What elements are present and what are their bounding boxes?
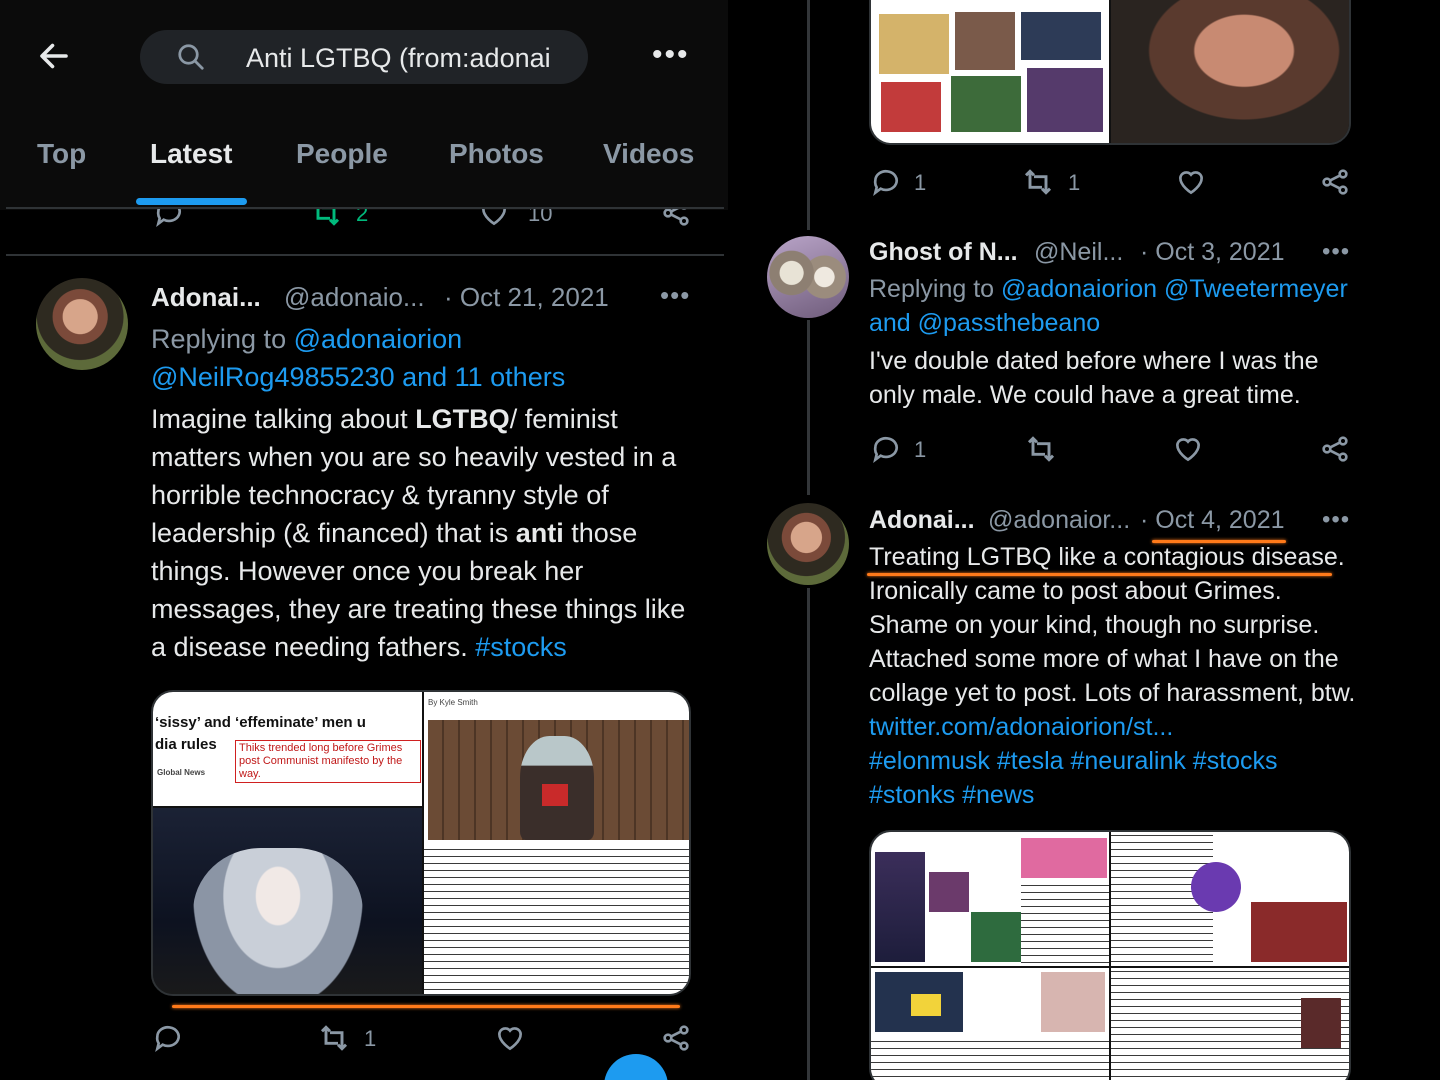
- collage-image: [1111, 832, 1349, 966]
- search-query[interactable]: Anti LGTBQ (from:adonai: [246, 43, 551, 74]
- tweet-text-first-line: Treating LGTBQ like a contagious disease…: [869, 543, 1345, 571]
- tweet-text: I've double dated before where I was the…: [869, 347, 1319, 409]
- reply-icon[interactable]: [870, 433, 902, 465]
- mention-others-link[interactable]: @NeilRog49855230 and 11 others: [151, 362, 565, 392]
- search-input[interactable]: Anti LGTBQ (from:adonai: [140, 30, 588, 84]
- tweet-media[interactable]: ‘sissy’ and ‘effeminate’ men u dia rules…: [151, 690, 691, 996]
- collage-image: [871, 0, 1109, 143]
- tab-top[interactable]: Top: [37, 138, 86, 170]
- retweet-icon[interactable]: [1025, 433, 1057, 465]
- handle[interactable]: @Neil...: [1034, 238, 1123, 267]
- panel-gap: [728, 0, 742, 1080]
- tweet-more-icon[interactable]: •••: [1322, 506, 1350, 534]
- retweet-icon[interactable]: [310, 209, 342, 229]
- hashtags[interactable]: #elonmusk #tesla #neuralink #stocks: [869, 747, 1278, 775]
- handle[interactable]: @adonaior...: [988, 506, 1130, 535]
- reply-icon[interactable]: [153, 209, 185, 229]
- avatar[interactable]: [36, 278, 128, 370]
- tweet-media-collage[interactable]: [869, 830, 1351, 1080]
- retweet-count: 2: [356, 209, 369, 226]
- share-icon[interactable]: [660, 1022, 692, 1054]
- previous-tweet-actions: 2 10: [0, 209, 728, 233]
- avatar[interactable]: [767, 503, 849, 585]
- tweet-more-icon[interactable]: •••: [1322, 238, 1350, 266]
- tweet-link[interactable]: twitter.com/adonaiorion/st...: [869, 713, 1173, 741]
- mention-link[interactable]: @adonaiorion: [294, 324, 463, 354]
- avatar[interactable]: [767, 236, 849, 318]
- tweet-more-icon[interactable]: •••: [660, 280, 690, 311]
- like-icon[interactable]: [494, 1022, 526, 1054]
- collage-image: [871, 832, 1109, 966]
- thread-line: [807, 588, 810, 1080]
- share-icon[interactable]: [1319, 166, 1351, 198]
- article-text-image: [424, 842, 689, 994]
- display-name[interactable]: Ghost of N...: [869, 238, 1018, 267]
- collage-image: [1111, 968, 1349, 1080]
- share-icon[interactable]: [660, 209, 692, 229]
- reply-icon[interactable]: [870, 166, 902, 198]
- share-icon[interactable]: [1319, 433, 1351, 465]
- like-icon[interactable]: [1172, 433, 1204, 465]
- article-photo: By Kyle Smith: [424, 692, 689, 842]
- tweet-divider: [6, 254, 724, 256]
- tweet-date[interactable]: · Oct 4, 2021: [1140, 506, 1285, 535]
- reply-context: Replying to @adonaiorion @NeilRog4985523…: [151, 324, 566, 392]
- handle[interactable]: @adonaio...: [284, 282, 425, 313]
- reply-icon[interactable]: [152, 1022, 184, 1054]
- retweet-count: 1: [364, 1026, 377, 1051]
- tweet-text: Ironically came to post about Grimes. Sh…: [869, 577, 1356, 809]
- collage-image: [871, 968, 1109, 1080]
- tab-videos[interactable]: Videos: [603, 138, 694, 170]
- active-tab-indicator: [136, 198, 247, 205]
- hashtags[interactable]: #stonks #news: [869, 781, 1034, 809]
- news-headline-image: ‘sissy’ and ‘effeminate’ men u dia rules…: [153, 692, 422, 806]
- right-screenshot: 1 1 Ghost of N... @Neil... · Oct 3, 2021…: [742, 0, 1382, 1080]
- search-icon: [178, 44, 204, 70]
- more-options-icon[interactable]: •••: [652, 38, 690, 72]
- left-screenshot: Anti LGTBQ (from:adonai ••• Top Latest P…: [0, 0, 728, 1080]
- reply-count: 1: [914, 437, 927, 462]
- like-icon[interactable]: [478, 209, 510, 229]
- retweet-icon[interactable]: [318, 1022, 350, 1054]
- tweet-date[interactable]: · Oct 21, 2021: [444, 282, 609, 313]
- display-name[interactable]: Adonai...: [869, 506, 975, 535]
- tweet-media-collage-top[interactable]: [869, 0, 1351, 145]
- reply-count: 1: [914, 170, 927, 195]
- like-count: 10: [528, 209, 553, 226]
- portrait-photo: [1111, 0, 1349, 143]
- search-header: Anti LGTBQ (from:adonai ••• Top Latest P…: [0, 0, 728, 210]
- tab-photos[interactable]: Photos: [449, 138, 544, 170]
- mention-link[interactable]: @passthebeano: [918, 309, 1100, 337]
- display-name[interactable]: Adonai...: [151, 282, 261, 313]
- thread-line: [807, 0, 810, 230]
- tweet-text: Imagine talking about LGTBQ/ feminist ma…: [151, 404, 686, 662]
- thread-line: [807, 320, 810, 495]
- retweet-icon[interactable]: [1022, 166, 1054, 198]
- like-icon[interactable]: [1175, 166, 1207, 198]
- tab-latest[interactable]: Latest: [150, 138, 232, 170]
- back-arrow-icon[interactable]: [36, 38, 72, 74]
- performer-photo: [153, 808, 422, 994]
- retweet-count: 1: [1068, 170, 1081, 195]
- tweet-date[interactable]: · Oct 3, 2021: [1140, 238, 1285, 267]
- mention-link[interactable]: @adonaiorion @Tweetermeyer: [1001, 275, 1348, 303]
- hashtag-stocks[interactable]: #stocks: [475, 632, 567, 662]
- compose-button[interactable]: [604, 1054, 668, 1080]
- tab-people[interactable]: People: [296, 138, 388, 170]
- highlight-underline: [172, 1005, 680, 1008]
- reply-context: Replying to @adonaiorion @Tweetermeyer a…: [869, 275, 1348, 337]
